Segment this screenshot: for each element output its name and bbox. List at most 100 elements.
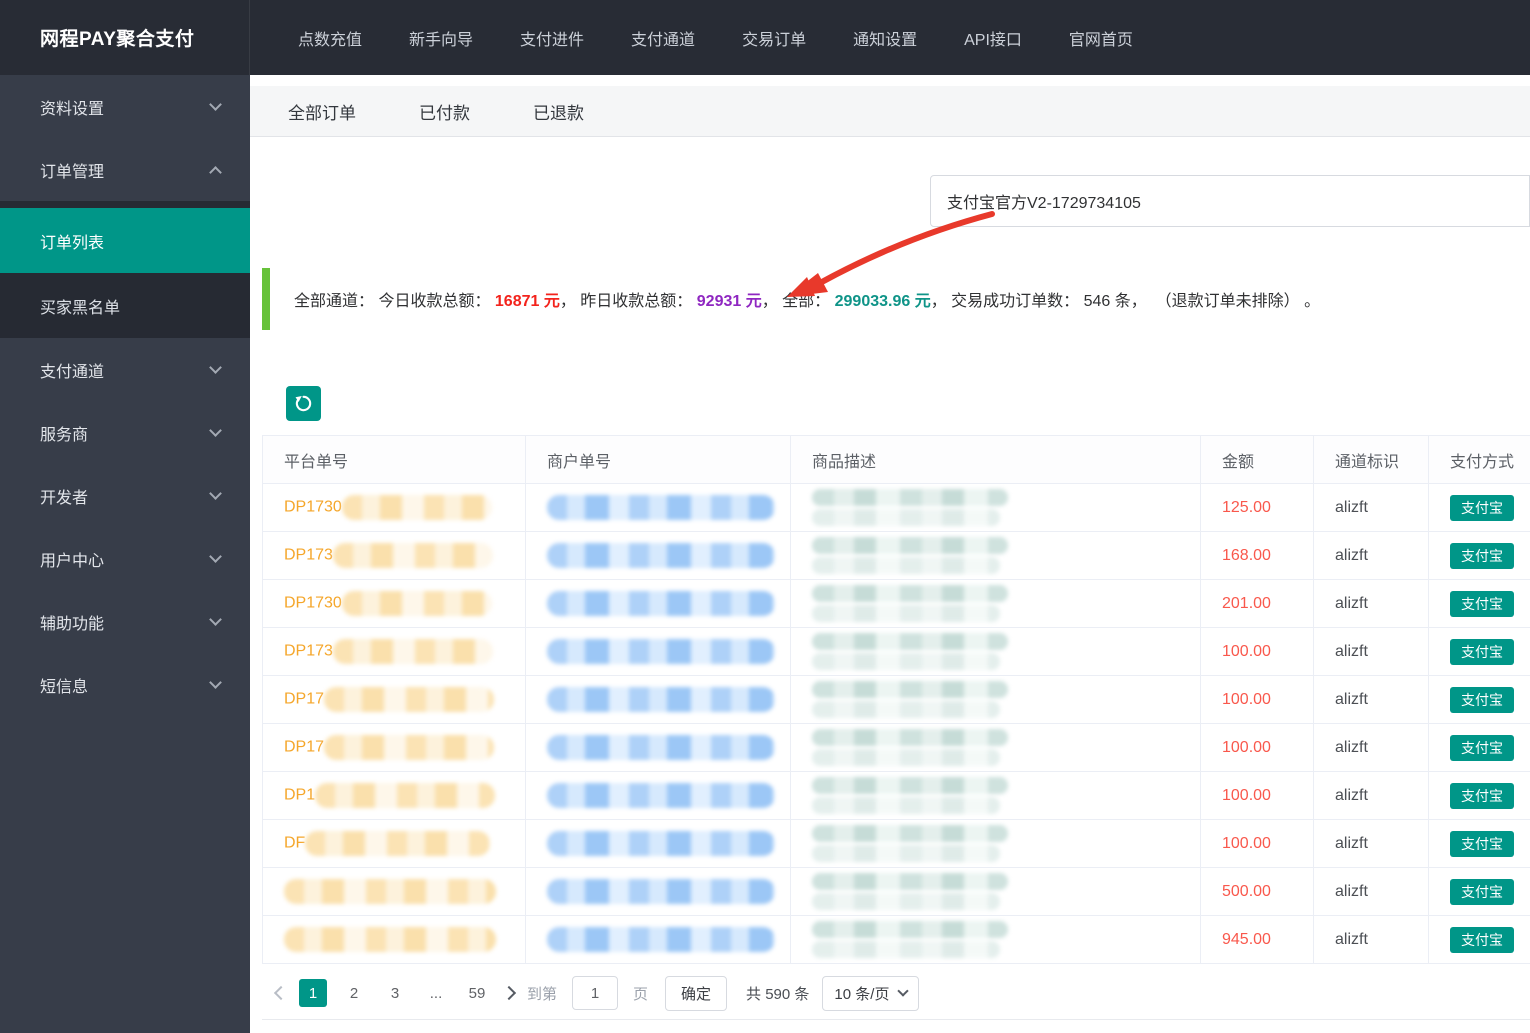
channel-search-input[interactable] [930,175,1530,227]
alipay-badge: 支付宝 [1450,590,1514,617]
redacted-line [812,873,1008,890]
table-row: DP173 168.00 alizft 支付宝 [262,531,1530,580]
sidebar-item-developer[interactable]: 开发者 [0,464,250,527]
tab-refunded[interactable]: 已退款 [533,99,584,124]
redacted-line [812,921,1008,938]
chevron-down-icon [209,675,222,689]
redacted-product-desc [812,921,1008,958]
refresh-button[interactable] [286,386,321,421]
chevron-down-icon [209,97,222,111]
sidebar-item-payment-channel[interactable]: 支付通道 [0,338,250,401]
next-page-icon[interactable] [501,985,517,1001]
tab-all-orders[interactable]: 全部订单 [288,99,356,124]
chevron-down-icon [209,486,222,500]
cell-amount: 125.00 [1200,483,1314,532]
topnav-item-payment-onboarding[interactable]: 支付进件 [520,26,584,50]
cell-amount: 100.00 [1200,771,1314,820]
table-row: DP1730 201.00 alizft 支付宝 [262,579,1530,628]
sidebar-item-user-center[interactable]: 用户中心 [0,527,250,590]
column-header: 支付方式 [1428,435,1530,484]
cell-product-desc [790,531,1201,580]
redacted-platform-order [341,591,492,616]
topnav-item-beginner-guide[interactable]: 新手向导 [409,26,473,50]
redacted-platform-order [324,687,495,712]
table-row: DP17 100.00 alizft 支付宝 [262,723,1530,772]
cell-pay-method: 支付宝 [1428,771,1530,820]
redacted-product-desc [812,825,1008,862]
page-unit-label: 页 [633,985,649,1003]
topnav-item-notification-settings[interactable]: 通知设置 [853,26,917,50]
tab-paid[interactable]: 已付款 [419,99,470,124]
topnav-item-payment-channel[interactable]: 支付通道 [631,26,695,50]
sidebar-item-auxiliary-functions[interactable]: 辅助功能 [0,590,250,653]
redacted-line [812,489,1008,506]
cell-pay-method: 支付宝 [1428,723,1530,772]
sidebar: 资料设置订单管理订单列表 买家黑名单 支付通道 服务商 开发者 用户中心 辅助功能 短信息 [0,75,250,1033]
summary-segment: 299033.96 元 [834,293,931,310]
table-row: DP1 100.00 alizft 支付宝 [262,771,1530,820]
page-number-2[interactable]: 2 [340,979,368,1007]
confirm-button[interactable]: 确定 [665,975,728,1011]
platform-order-prefix: DP17 [284,690,325,708]
topnav-item-official-home[interactable]: 官网首页 [1069,26,1133,50]
sidebar-item-service-provider[interactable]: 服务商 [0,401,250,464]
page-number-1[interactable]: 1 [299,979,327,1007]
redacted-product-desc [812,729,1008,766]
sidebar-item-buyer-blacklist[interactable]: 买家黑名单 [0,273,250,338]
topnav-item-api[interactable]: API接口 [964,26,1022,50]
sidebar-item-label: 资料设置 [40,100,105,118]
topnav-item-trade-orders[interactable]: 交易订单 [742,26,806,50]
redacted-platform-order [315,783,496,808]
sidebar-item-label: 订单管理 [40,163,105,181]
page-size-select[interactable]: 10 条/页 [822,975,920,1011]
summary-segment: 全部通道： 今日收款总额： [294,293,495,310]
cell-amount: 100.00 [1200,675,1314,724]
sidebar-item-sms[interactable]: 短信息 [0,653,250,716]
table-row: DF 100.00 alizft 支付宝 [262,819,1530,868]
cell-channel-id: alizft [1313,819,1429,868]
redacted-merchant-order [547,735,775,760]
redacted-merchant-order [547,639,775,664]
cell-platform-order-no: DP17 [262,675,526,724]
redacted-platform-order [332,639,493,664]
redacted-merchant-order [547,879,775,904]
jump-label: 到第 [527,985,558,1003]
redacted-platform-order [341,495,492,520]
cell-merchant-order-no [525,867,791,916]
cell-merchant-order-no [525,771,791,820]
redacted-line [812,941,1000,958]
cell-channel-id: alizft [1313,627,1429,676]
column-header: 通道标识 [1313,435,1429,484]
chevron-down-icon [209,423,222,437]
cell-product-desc [790,579,1201,628]
total-count-label: 共 590 条 [746,985,810,1003]
cell-product-desc [790,675,1201,724]
redacted-product-desc [812,873,1008,910]
page-number-3[interactable]: 3 [381,979,409,1007]
sidebar-item-order-list[interactable]: 订单列表 [0,208,250,273]
redacted-line [812,729,1008,746]
cell-amount: 100.00 [1200,627,1314,676]
cell-amount: 168.00 [1200,531,1314,580]
chevron-down-icon [897,985,910,997]
cell-channel-id: alizft [1313,531,1429,580]
jump-page-input[interactable] [572,976,619,1010]
table-row: DP17 100.00 alizft 支付宝 [262,675,1530,724]
cell-channel-id: alizft [1313,867,1429,916]
cell-pay-method: 支付宝 [1428,915,1530,964]
redacted-line [812,653,1000,670]
sidebar-item-order-management[interactable]: 订单管理 [0,138,250,201]
prev-page-icon[interactable] [273,985,289,1001]
redacted-line [812,605,1000,622]
page-number-59[interactable]: 59 [463,979,491,1007]
topnav-item-points-recharge[interactable]: 点数充值 [298,26,362,50]
redacted-merchant-order [547,591,775,616]
cell-channel-id: alizft [1313,579,1429,628]
column-header: 平台单号 [262,435,526,484]
redacted-line [812,825,1008,842]
page-ellipsis[interactable]: ... [422,979,450,1007]
summary-segment: 16871 元 [494,293,560,310]
cell-platform-order-no: DP1730 [262,483,526,532]
cell-amount: 500.00 [1200,867,1314,916]
sidebar-item-profile-settings[interactable]: 资料设置 [0,75,250,138]
